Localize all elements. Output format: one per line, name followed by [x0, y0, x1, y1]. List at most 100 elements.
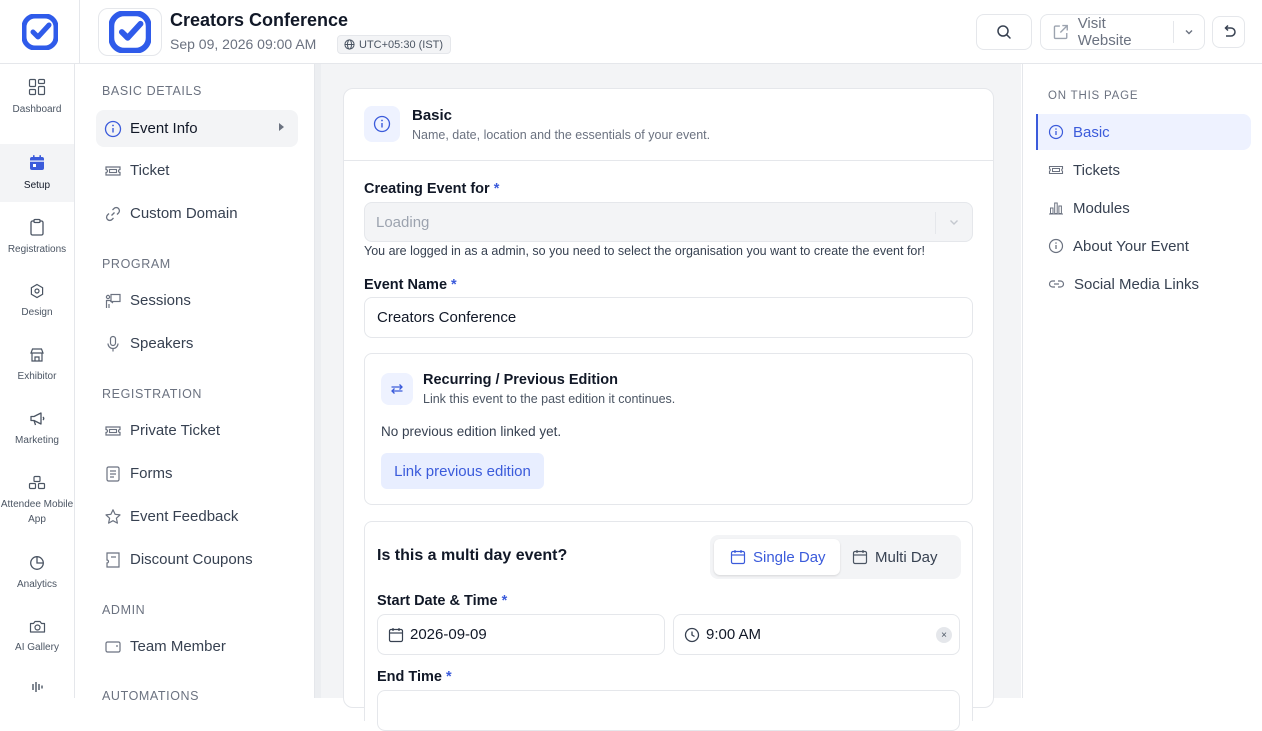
visit-website-button[interactable]: Visit Website [1040, 14, 1205, 50]
end-time-input[interactable] [377, 690, 960, 731]
start-time-input[interactable]: 9:00 AM × [673, 614, 960, 655]
section-heading-basic: BASIC DETAILS [102, 84, 202, 98]
chevron-down-icon [950, 220, 958, 225]
rail-item-dashboard[interactable]: Dashboard [0, 68, 74, 126]
nav-item-custom-domain[interactable]: Custom Domain [96, 195, 298, 232]
end-time-label-text: End Time [377, 669, 442, 685]
nav-label: Event Info [130, 120, 198, 137]
top-bar: Creators Conference Sep 09, 2026 09:00 A… [0, 0, 1262, 64]
event-datetime: Sep 09, 2026 09:00 AM [170, 36, 317, 52]
rail-label: Exhibitor [17, 370, 57, 382]
nav-item-discount-coupons[interactable]: Discount Coupons [96, 541, 298, 578]
event-logo[interactable] [98, 8, 162, 56]
rail-label: AI Gallery [15, 642, 59, 653]
info-icon [1048, 124, 1064, 140]
rail-item-analytics[interactable]: Analytics [0, 544, 74, 602]
nav-item-event-feedback[interactable]: Event Feedback [96, 498, 298, 535]
globe-icon [344, 39, 355, 50]
clipboard-icon [30, 218, 44, 236]
required-mark: * [501, 593, 508, 609]
caret-right-icon [279, 123, 284, 131]
rail-item-attendee-app[interactable]: Attendee Mobile App [0, 465, 74, 537]
recurring-icon-tile [381, 373, 413, 405]
search-button[interactable] [976, 14, 1032, 50]
rail-item-marketing[interactable]: Marketing [0, 400, 74, 458]
nav-item-speakers[interactable]: Speakers [96, 325, 298, 362]
toc-item-basic[interactable]: Basic [1036, 114, 1251, 150]
start-datetime-label: Start Date & Time * [377, 593, 507, 609]
calendar-icon [730, 550, 746, 565]
link-icon [105, 206, 121, 221]
multi-day-option[interactable]: Multi Day [852, 539, 938, 575]
toc-item-tickets[interactable]: Tickets [1036, 152, 1251, 188]
link-previous-edition-button[interactable]: Link previous edition [381, 453, 544, 489]
app-logo[interactable] [0, 0, 80, 64]
toc-label: Tickets [1073, 161, 1120, 179]
card-subtitle: Name, date, location and the essentials … [412, 128, 711, 142]
multi-day-label: Multi Day [875, 548, 938, 566]
event-name-input[interactable]: Creators Conference [364, 297, 973, 338]
info-icon [1048, 238, 1064, 254]
nav-label: Forms [130, 465, 173, 482]
event-title: Creators Conference [170, 10, 349, 30]
nav-item-ticket[interactable]: Ticket [96, 152, 298, 189]
visit-website-dropdown[interactable] [1174, 15, 1204, 49]
rail-label: Dashboard [12, 103, 62, 115]
recurring-subtitle: Link this event to the past edition it c… [423, 392, 676, 406]
nav-item-event-info[interactable]: Event Info [96, 110, 298, 147]
event-name-label: Event Name * [364, 277, 457, 293]
timezone-label: UTC+05:30 (IST) [359, 38, 444, 51]
recurring-title: Recurring / Previous Edition [423, 372, 618, 388]
presentation-icon [105, 293, 121, 308]
multi-day-question: Is this a multi day event? [377, 547, 568, 564]
link-icon [1048, 280, 1065, 288]
nav-label: Discount Coupons [130, 551, 253, 568]
start-date-value: 2026-09-09 [410, 626, 487, 643]
nav-label: Team Member [130, 638, 226, 655]
basic-card: Basic Name, date, location and the essen… [343, 88, 994, 731]
rail-label: Attendee Mobile App [0, 499, 74, 525]
toc-item-modules[interactable]: Modules [1036, 190, 1251, 226]
start-date-input[interactable]: 2026-09-09 [377, 614, 665, 655]
rail-item-setup[interactable]: Setup [0, 144, 74, 202]
secondary-nav: BASIC DETAILS Event Info Ticket Custom D… [80, 64, 315, 703]
primary-rail: Dashboard Setup Registrations Design Exh… [0, 64, 75, 698]
nav-label: Event Feedback [130, 508, 239, 525]
nav-label: Ticket [130, 162, 170, 179]
card-title: Basic [412, 107, 453, 124]
rail-item-ai-gallery[interactable]: AI Gallery [0, 608, 74, 666]
repeat-icon [391, 384, 403, 394]
form-icon [106, 465, 120, 482]
required-mark: * [493, 181, 500, 197]
grid-icon [28, 78, 46, 95]
event-logo-icon [109, 11, 151, 53]
nav-item-sessions[interactable]: Sessions [96, 282, 298, 319]
toc-item-about[interactable]: About Your Event [1036, 228, 1251, 264]
rail-item-design[interactable]: Design [0, 272, 74, 330]
nav-label: Custom Domain [130, 205, 238, 222]
camera-icon [29, 620, 45, 633]
basic-card-header: Basic Name, date, location and the essen… [344, 89, 993, 161]
nav-item-forms[interactable]: Forms [96, 455, 298, 492]
clear-time-icon[interactable]: × [936, 627, 952, 643]
recurring-card: Recurring / Previous Edition Link this e… [364, 353, 973, 505]
start-time-value: 9:00 AM [706, 626, 762, 643]
toc-label: Social Media Links [1074, 275, 1200, 293]
rail-item-registrations[interactable]: Registrations [0, 208, 74, 266]
external-link-icon [1053, 24, 1068, 40]
undo-button[interactable] [1212, 16, 1245, 48]
single-day-label: Single Day [753, 548, 826, 566]
organisation-select[interactable]: Loading [364, 202, 973, 242]
timezone-badge: UTC+05:30 (IST) [337, 35, 452, 54]
ticket-icon [105, 425, 121, 436]
toc-item-social[interactable]: Social Media Links [1036, 266, 1251, 302]
single-day-option[interactable]: Single Day [714, 539, 840, 575]
section-heading-registration: REGISTRATION [102, 387, 203, 401]
rail-item-exhibitor[interactable]: Exhibitor [0, 336, 74, 394]
rail-more-icon[interactable] [30, 680, 46, 694]
microphone-icon [107, 335, 119, 351]
required-mark: * [446, 669, 452, 685]
nav-item-team-member[interactable]: Team Member [96, 628, 298, 665]
rail-label: Design [21, 306, 53, 318]
nav-item-private-ticket[interactable]: Private Ticket [96, 412, 298, 449]
